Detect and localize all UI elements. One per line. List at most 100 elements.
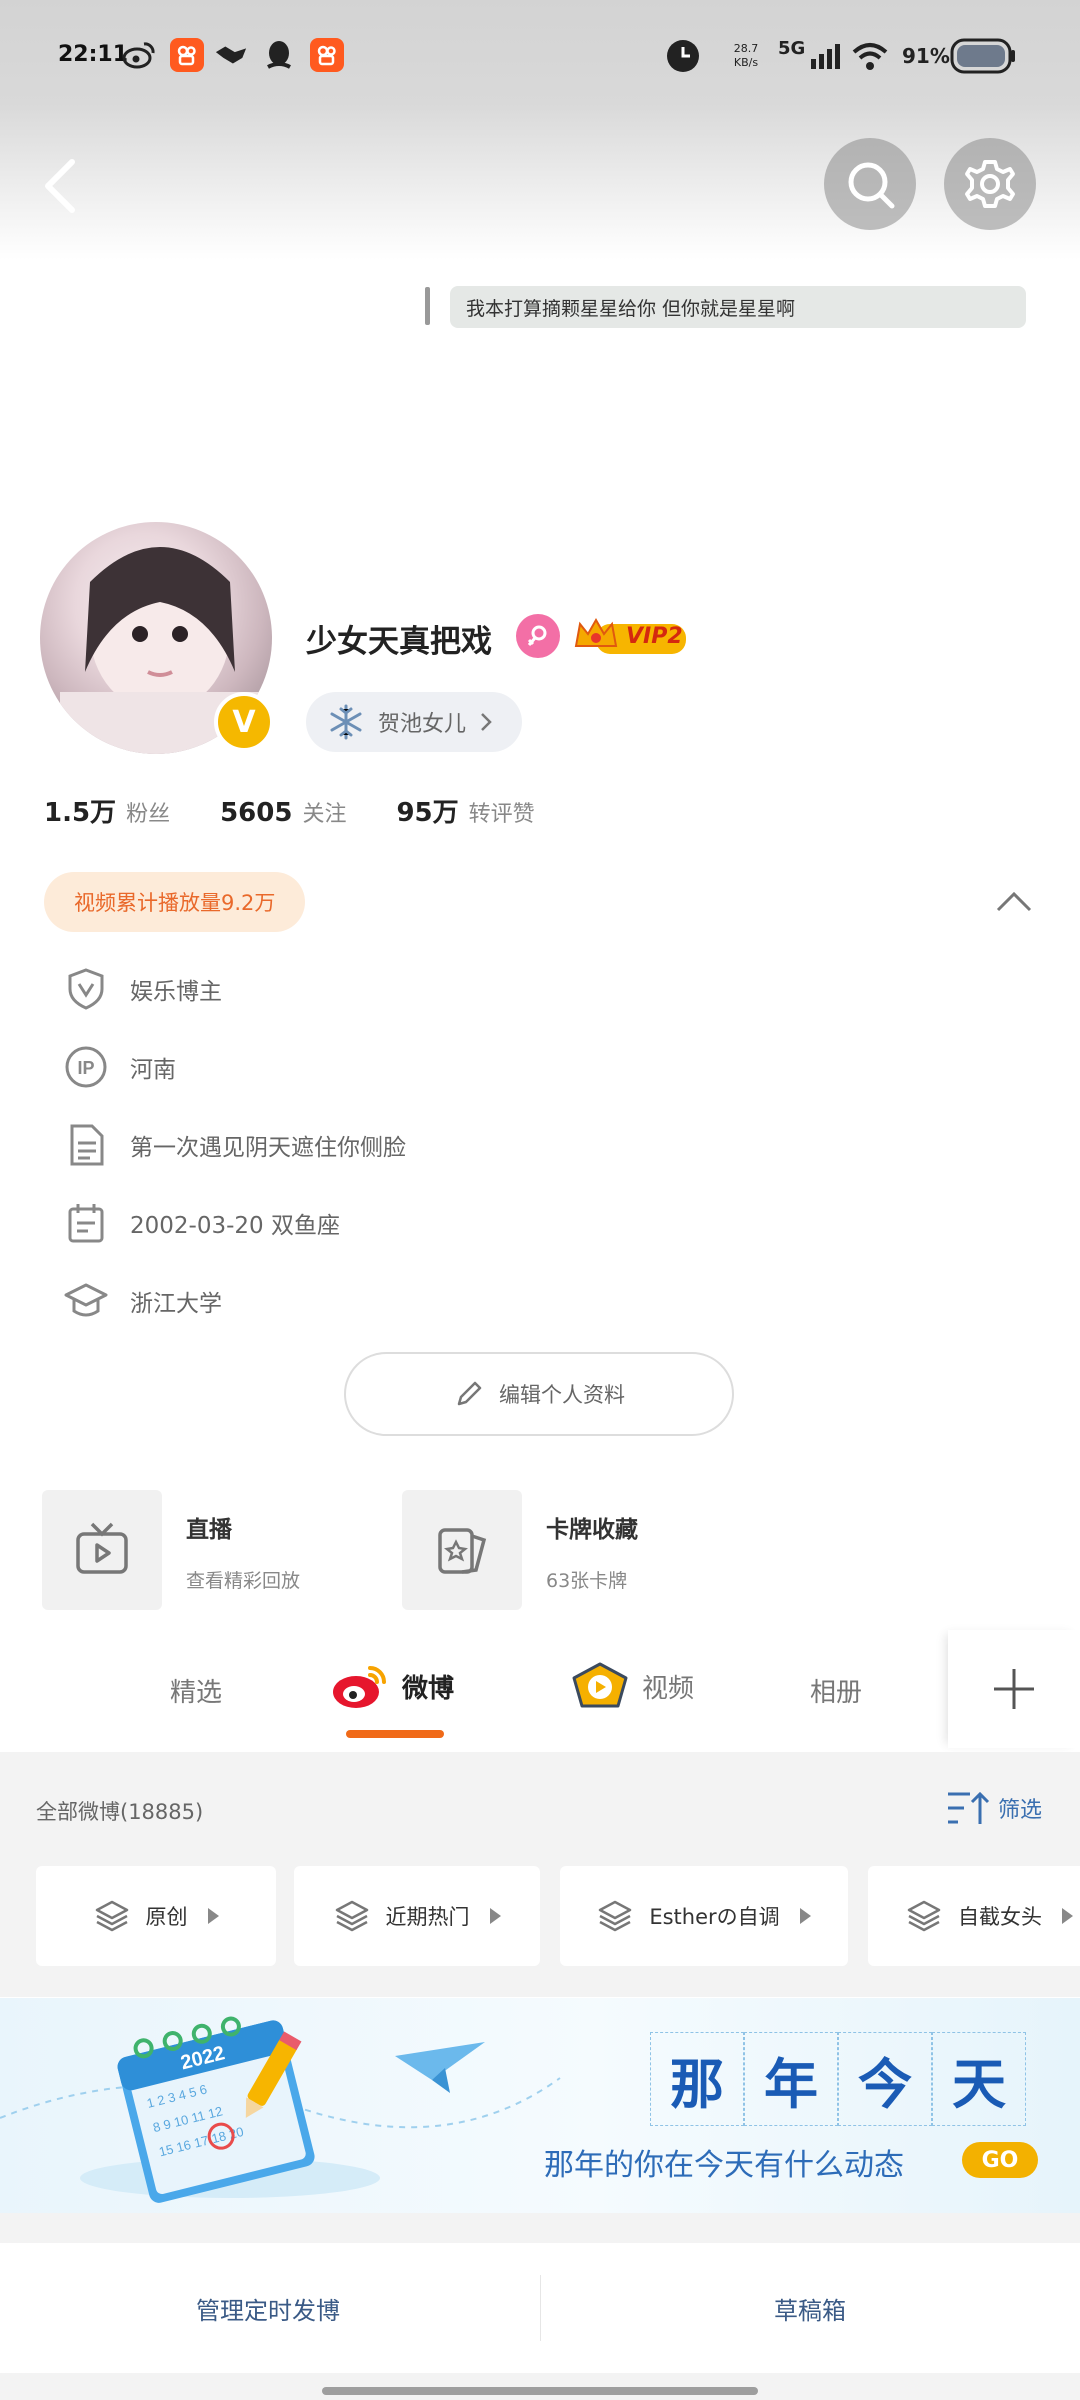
filter-label: 筛选 bbox=[998, 1798, 1043, 1823]
chip-original-label: 原创 bbox=[145, 1905, 188, 1929]
info-ip-text: 河南 bbox=[130, 1057, 176, 1083]
verified-badge: V bbox=[214, 692, 274, 752]
tab-featured[interactable]: 精选 bbox=[170, 1672, 222, 1709]
caret-right-icon bbox=[799, 1908, 811, 1924]
home-indicator[interactable] bbox=[322, 2387, 758, 2395]
caret-right-icon bbox=[489, 1908, 501, 1924]
profile-stats: 1.5万 粉丝 5605 关注 95万 转评赞 bbox=[44, 792, 585, 829]
net-speed-value: 28.7 bbox=[733, 42, 759, 55]
chevron-right-icon bbox=[481, 713, 492, 731]
tab-featured-label: 精选 bbox=[170, 1678, 223, 1708]
chip-custom-2-label: 自截女头 bbox=[958, 1905, 1042, 1929]
info-bio-text: 第一次遇见阴天遮住你侧脸 bbox=[130, 1135, 406, 1161]
profile-tabs: 精选 微博 视频 相册 bbox=[0, 1630, 1080, 1750]
info-row-bio: 第一次遇见阴天遮住你侧脸 bbox=[64, 1120, 406, 1170]
chip-custom-1[interactable]: Estherの自调 bbox=[560, 1866, 848, 1966]
graduation-cap-icon bbox=[64, 1279, 108, 1323]
kuaishou-notification-icon bbox=[170, 38, 204, 72]
add-tab-button[interactable] bbox=[948, 1630, 1080, 1748]
chip-recent-hot-label: 近期热门 bbox=[385, 1905, 470, 1929]
ip-location-icon: IP bbox=[64, 1045, 108, 1089]
alarm-icon bbox=[664, 36, 702, 76]
info-row-category: 娱乐博主 bbox=[64, 964, 222, 1014]
settings-button[interactable] bbox=[944, 138, 1036, 230]
card-collection-title[interactable]: 卡牌收藏 bbox=[546, 1510, 638, 1544]
card-collection-icon bbox=[438, 1528, 487, 1574]
banner-subtitle: 那年的你在今天有什么动态 bbox=[544, 2148, 904, 2183]
layers-icon bbox=[335, 1900, 368, 1932]
bottom-divider bbox=[540, 2275, 541, 2341]
tab-weibo[interactable]: 微博 bbox=[330, 1660, 454, 1712]
live-card-icon[interactable] bbox=[42, 1490, 162, 1610]
search-icon bbox=[848, 162, 895, 209]
caret-right-icon bbox=[1062, 1908, 1073, 1924]
status-time: 22:11 bbox=[58, 42, 129, 67]
scheduled-posts-button[interactable]: 管理定时发博 bbox=[196, 2291, 340, 2326]
status-bar: 22:11 28.7 KB/s 5G 91% bbox=[0, 0, 1080, 120]
chevron-left-icon bbox=[45, 159, 75, 213]
section-divider bbox=[0, 2213, 1080, 2243]
chip-recent-hot[interactable]: 近期热门 bbox=[294, 1866, 540, 1966]
info-birthday-text: 2002-03-20 双鱼座 bbox=[130, 1213, 340, 1239]
chip-original[interactable]: 原创 bbox=[36, 1866, 276, 1966]
layers-icon bbox=[599, 1900, 632, 1932]
chip-custom-1-label: Estherの自调 bbox=[649, 1905, 780, 1929]
svg-text:IP: IP bbox=[77, 1058, 94, 1078]
tab-video[interactable]: 视频 bbox=[568, 1660, 694, 1712]
net-speed-unit: KB/s bbox=[733, 56, 759, 69]
filter-sort-icon bbox=[948, 1791, 990, 1824]
stat-fans-value: 1.5万 bbox=[44, 798, 117, 828]
calendar-icon bbox=[64, 1201, 108, 1245]
banner-go-button[interactable]: GO bbox=[962, 2142, 1038, 2178]
stat-following-value: 5605 bbox=[220, 798, 293, 828]
vip-badge[interactable]: VIP2 bbox=[574, 616, 688, 660]
banner-title-char-2: 年 bbox=[744, 2032, 838, 2126]
drafts-button[interactable]: 草稿箱 bbox=[774, 2291, 846, 2326]
battery-icon bbox=[950, 36, 1016, 76]
collapse-button[interactable] bbox=[994, 888, 1034, 920]
banner-title-char-3: 今 bbox=[838, 2032, 932, 2126]
search-button[interactable] bbox=[824, 138, 916, 230]
memories-banner[interactable]: 2022 1 2 3 4 5 6 8 9 10 11 12 15 16 17 1… bbox=[0, 1998, 1080, 2213]
banner-title-char-1: 那 bbox=[650, 2032, 744, 2126]
live-card-subtitle: 查看精彩回放 bbox=[186, 1570, 301, 1592]
group-tag[interactable]: 贺池女儿 bbox=[306, 692, 523, 752]
active-tab-indicator bbox=[346, 1730, 444, 1738]
stat-fans[interactable]: 1.5万 粉丝 bbox=[44, 792, 170, 829]
filter-button[interactable]: 筛选 bbox=[946, 1788, 1042, 1828]
tab-album-label: 相册 bbox=[810, 1678, 863, 1708]
stat-interactions[interactable]: 95万 转评赞 bbox=[396, 792, 534, 829]
chip-custom-2[interactable]: 自截女头 bbox=[868, 1866, 1080, 1966]
chevron-up-icon bbox=[996, 891, 1032, 912]
stat-following-label: 关注 bbox=[302, 802, 347, 827]
bottom-action-bar: 管理定时发博 草稿箱 bbox=[0, 2243, 1080, 2373]
live-tv-icon bbox=[76, 1522, 128, 1574]
info-school-text: 浙江大学 bbox=[130, 1291, 222, 1317]
info-row-ip: IP 河南 bbox=[64, 1042, 176, 1092]
document-icon bbox=[64, 1123, 108, 1167]
tab-album[interactable]: 相册 bbox=[810, 1672, 862, 1709]
profile-name: 少女天真把戏 bbox=[306, 624, 492, 660]
calendar-illustration: 2022 1 2 3 4 5 6 8 9 10 11 12 15 16 17 1… bbox=[0, 2016, 561, 2203]
stat-interactions-value: 95万 bbox=[396, 798, 459, 828]
back-button[interactable] bbox=[30, 150, 90, 222]
weibo-logo-icon bbox=[333, 1666, 386, 1708]
card-collection-card-icon[interactable] bbox=[402, 1490, 522, 1610]
pencil-icon bbox=[457, 1381, 482, 1406]
snowflake-icon bbox=[330, 704, 362, 740]
live-card-title[interactable]: 直播 bbox=[186, 1510, 232, 1544]
handshake-notification-icon bbox=[214, 38, 248, 72]
video-plays-badge: 视频累计播放量9.2万 bbox=[44, 872, 306, 932]
edit-profile-button[interactable]: 编辑个人资料 bbox=[344, 1352, 734, 1436]
plus-icon bbox=[994, 1669, 1034, 1709]
stat-following[interactable]: 5605 关注 bbox=[220, 796, 346, 828]
signature-text: 我本打算摘颗星星给你 但你就是星星啊 bbox=[466, 297, 796, 320]
layers-icon bbox=[95, 1900, 128, 1932]
caret-right-icon bbox=[207, 1908, 219, 1924]
stat-interactions-label: 转评赞 bbox=[468, 802, 535, 827]
card-collection-subtitle: 63张卡牌 bbox=[546, 1570, 628, 1592]
vip-label: VIP2 bbox=[626, 624, 683, 649]
qq-notification-icon bbox=[262, 38, 296, 72]
kuaishou-notification-icon-2 bbox=[310, 38, 344, 72]
net-speed: 28.7 KB/s bbox=[726, 36, 766, 76]
